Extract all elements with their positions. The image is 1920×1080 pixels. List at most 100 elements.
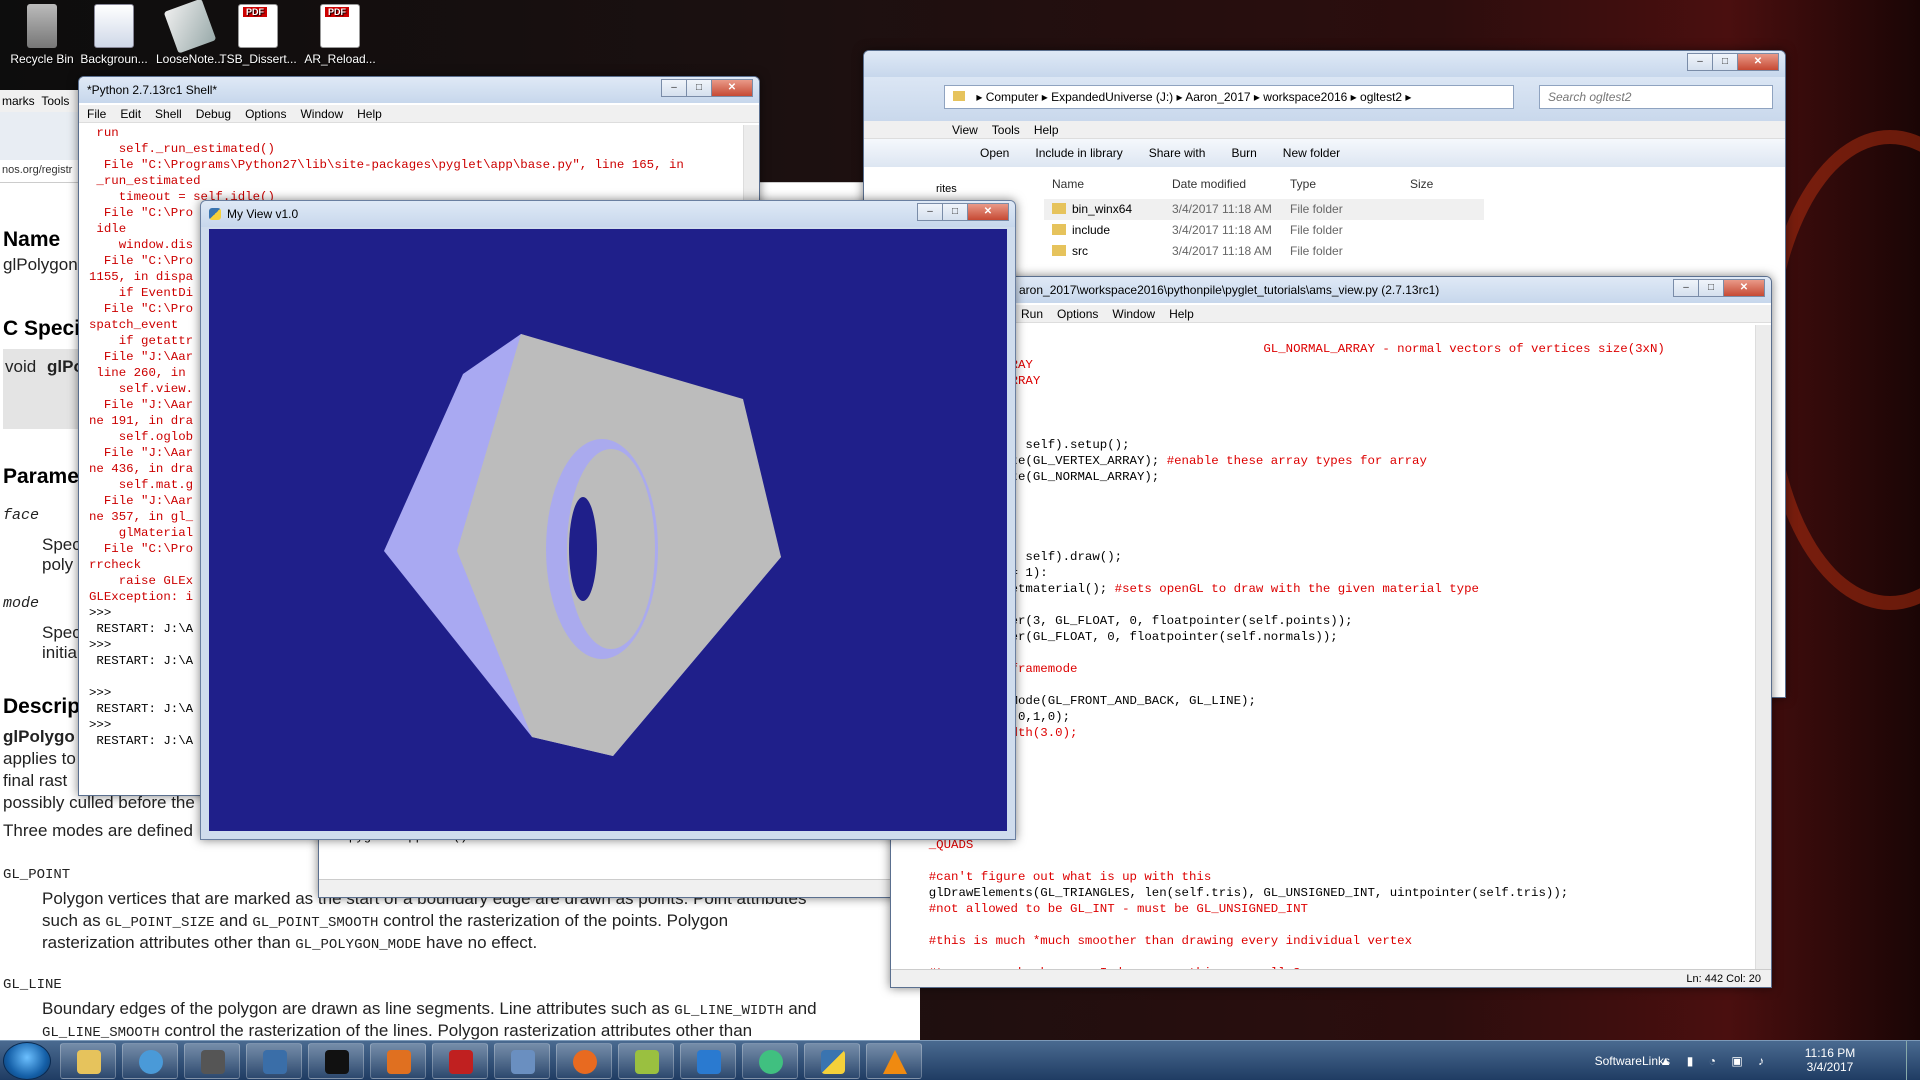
file-row[interactable]: src 3/4/2017 11:18 AM File folder: [1044, 241, 1484, 262]
param-mode-desc: Spec: [42, 623, 81, 642]
maximize-button[interactable]: □: [1712, 53, 1738, 71]
menu-run[interactable]: Run: [1021, 307, 1043, 321]
desktop-icon-label: LooseNote...: [155, 52, 225, 66]
minimize-button[interactable]: –: [1673, 279, 1699, 297]
desktop-icon-tsb-dissert[interactable]: TSB_Dissert...: [216, 4, 300, 66]
param-face-desc: poly: [42, 555, 74, 574]
editor-code[interactable]: GL_NORMAL_ARRAY - normal vectors of vert…: [899, 325, 1755, 969]
editor-scrollbar[interactable]: [1755, 325, 1771, 969]
minimize-button[interactable]: –: [1687, 53, 1713, 71]
file-row[interactable]: bin_winx64 3/4/2017 11:18 AM File folder: [1044, 199, 1484, 220]
editor-window: aron_2017\workspace2016\pythonpile\pygle…: [890, 276, 1772, 988]
gl-line-term: GL_LINE: [3, 977, 62, 993]
shell-title: *Python 2.7.13rc1 Shell*: [87, 83, 218, 97]
show-desktop-button[interactable]: [1906, 1041, 1920, 1080]
heading-description: Descrip: [3, 695, 81, 718]
desktop-icon-background[interactable]: Backgroun...: [72, 4, 156, 66]
param-mode: mode: [3, 595, 40, 612]
menu-help[interactable]: Help: [357, 107, 382, 121]
param-face-desc: Spec: [42, 535, 81, 554]
crumb[interactable]: ExpandedUniverse (J:): [1051, 90, 1173, 104]
tray-icons[interactable]: ▲ ▮ ◔ ▣ ♪: [1660, 1054, 1770, 1068]
taskbar-app[interactable]: [804, 1043, 860, 1079]
maximize-button[interactable]: □: [686, 79, 712, 97]
crumb[interactable]: Computer: [986, 90, 1039, 104]
menu-debug[interactable]: Debug: [196, 107, 231, 121]
address-bar[interactable]: ▸ Computer ▸ ExpandedUniverse (J:) ▸ Aar…: [944, 85, 1514, 109]
shell-menubar: File Edit Shell Debug Options Window Help: [79, 105, 759, 123]
zotero-icon: [449, 1050, 473, 1074]
menu-options[interactable]: Options: [1057, 307, 1098, 321]
taskbar-app[interactable]: [370, 1043, 426, 1079]
menu-options[interactable]: Options: [245, 107, 286, 121]
share-with-button[interactable]: Share with: [1149, 146, 1206, 160]
menu-view[interactable]: View: [952, 123, 978, 137]
menu-shell[interactable]: Shell: [155, 107, 182, 121]
crumb[interactable]: Aaron_2017: [1185, 90, 1250, 104]
minimize-button[interactable]: –: [917, 203, 943, 221]
include-in-library-button[interactable]: Include in library: [1035, 146, 1122, 160]
opengl-canvas[interactable]: [209, 229, 1007, 831]
close-button[interactable]: ✕: [1737, 53, 1779, 71]
close-button[interactable]: ✕: [1723, 279, 1765, 297]
menu-help[interactable]: Help: [1169, 307, 1194, 321]
close-button[interactable]: ✕: [711, 79, 753, 97]
menu-edit[interactable]: Edit: [120, 107, 141, 121]
taskbar-app[interactable]: [246, 1043, 302, 1079]
maximize-button[interactable]: □: [942, 203, 968, 221]
file-list-header: Name Date modified Type Size: [1044, 171, 1785, 195]
menu-tools[interactable]: Tools: [992, 123, 1020, 137]
taskbar-app[interactable]: [680, 1043, 736, 1079]
folder-icon: [1052, 203, 1066, 214]
column-name[interactable]: Name: [1052, 177, 1084, 191]
burn-button[interactable]: Burn: [1231, 146, 1256, 160]
menu-tools[interactable]: Tools: [41, 94, 69, 108]
column-type[interactable]: Type: [1290, 177, 1316, 191]
taskbar-app[interactable]: [494, 1043, 550, 1079]
c-spec-box: void glPo: [3, 349, 84, 429]
taskbar-app[interactable]: [122, 1043, 178, 1079]
browser-url-bar[interactable]: nos.org/registr: [0, 160, 80, 182]
taskbar-app[interactable]: [866, 1043, 922, 1079]
menu-file[interactable]: File: [87, 107, 106, 121]
file-row[interactable]: include 3/4/2017 11:18 AM File folder: [1044, 220, 1484, 241]
breadcrumb: ▸ Computer ▸ ExpandedUniverse (J:) ▸ Aar…: [976, 90, 1412, 104]
taskbar-app[interactable]: [618, 1043, 674, 1079]
nav-favorites[interactable]: rites: [936, 183, 957, 195]
globe-icon: [139, 1050, 163, 1074]
desktop-icon-label: Backgroun...: [80, 52, 148, 66]
taskbar-app[interactable]: [184, 1043, 240, 1079]
column-date[interactable]: Date modified: [1172, 177, 1246, 191]
taskbar-app[interactable]: [432, 1043, 488, 1079]
new-folder-button[interactable]: New folder: [1283, 146, 1340, 160]
open-button[interactable]: Open: [980, 146, 1009, 160]
file-type: File folder: [1290, 223, 1343, 237]
taskbar-app[interactable]: [308, 1043, 364, 1079]
menu-window[interactable]: Window: [1112, 307, 1155, 321]
clock[interactable]: 11:16 PM 3/4/2017: [1800, 1046, 1860, 1074]
crumb[interactable]: ogltest2: [1360, 90, 1402, 104]
menu-window[interactable]: Window: [300, 107, 343, 121]
crumb[interactable]: workspace2016: [1263, 90, 1347, 104]
menu-help[interactable]: Help: [1034, 123, 1059, 137]
taskbar-explorer[interactable]: [60, 1043, 116, 1079]
search-input[interactable]: Search ogltest2: [1539, 85, 1773, 109]
param-mode-desc: initia: [42, 643, 77, 662]
pdf-icon: [320, 4, 360, 48]
start-button[interactable]: [3, 1042, 51, 1080]
document-icon: [94, 4, 134, 48]
shell-line: run: [89, 126, 119, 140]
close-button[interactable]: ✕: [967, 203, 1009, 221]
menu-bookmarks[interactable]: marks: [2, 94, 35, 108]
desktop-icon-ar-reload[interactable]: AR_Reload...: [298, 4, 382, 66]
explorer-titlebar: – □ ✕: [864, 51, 1785, 77]
maximize-button[interactable]: □: [1698, 279, 1724, 297]
shell-line: self._run_estimated(): [89, 142, 275, 156]
taskbar-app[interactable]: [556, 1043, 612, 1079]
column-size[interactable]: Size: [1410, 177, 1433, 191]
minimize-button[interactable]: –: [661, 79, 687, 97]
taskbar-app[interactable]: [742, 1043, 798, 1079]
my-view-window: My View v1.0 – □ ✕: [200, 200, 1016, 840]
terminal-icon: [325, 1050, 349, 1074]
text: have no effect.: [426, 933, 538, 952]
